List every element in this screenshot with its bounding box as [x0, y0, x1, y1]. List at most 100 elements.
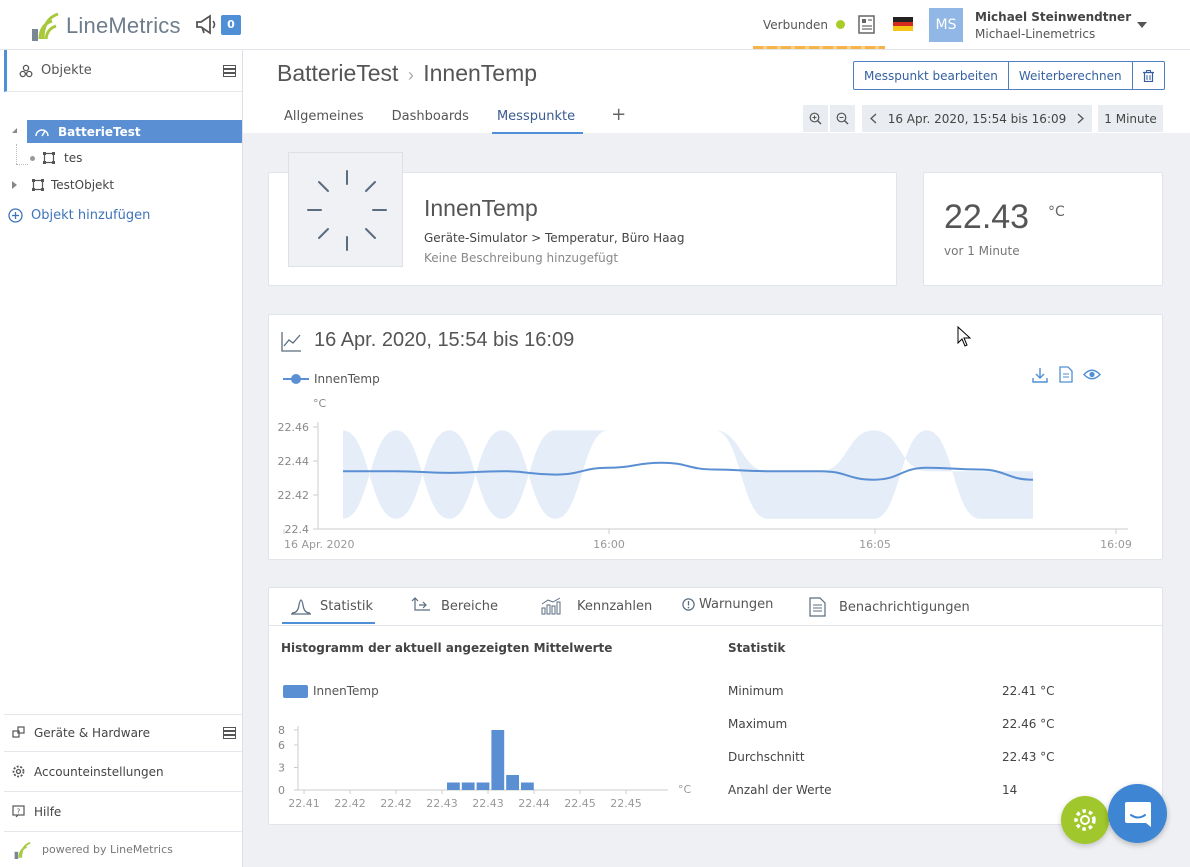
datapoint-description: Keine Beschreibung hinzugefügt	[424, 251, 619, 265]
tree-item-label: tes	[64, 151, 83, 165]
y-tick-label: 3	[278, 762, 285, 775]
chat-icon	[1124, 801, 1151, 827]
news-icon[interactable]	[858, 15, 877, 35]
current-value-unit: °C	[1048, 204, 1065, 220]
user-name[interactable]: Michael Steinwendtner	[975, 10, 1131, 24]
zoom-in-button[interactable]	[803, 105, 828, 132]
document-icon[interactable]	[1059, 366, 1073, 383]
stat-label-minimum: Minimum	[728, 684, 784, 698]
kpi-chart-icon	[541, 597, 561, 615]
tab-messpunkte[interactable]: Messpunkte	[491, 101, 584, 134]
linemetrics-logo-icon	[32, 12, 59, 41]
edit-datapoint-button[interactable]: Messpunkt bearbeiten	[854, 62, 1009, 89]
datapoint-name: InnenTemp	[424, 195, 538, 221]
sidebar-item-help[interactable]: ? Hilfe	[4, 791, 242, 831]
add-tab-icon[interactable]: +	[611, 101, 626, 134]
top-bar: LineMetrics 0 Verbunden MS Michael Stein…	[0, 0, 1190, 50]
tab-bereiche[interactable]: Bereiche	[411, 597, 498, 615]
zoom-out-button[interactable]	[830, 105, 855, 132]
tab-statistik[interactable]: Statistik	[290, 597, 373, 615]
current-value: 22.43	[944, 198, 1030, 236]
help-icon: ?	[12, 805, 25, 818]
linemetrics-logo[interactable]: LineMetrics	[30, 10, 181, 42]
chevron-left-icon[interactable]	[870, 113, 877, 124]
tree-item-batterietest[interactable]: BatterieTest	[27, 120, 242, 143]
connection-progress-bar	[753, 46, 885, 49]
min-max-band	[343, 430, 1033, 519]
breadcrumb: BatterieTest › InnenTemp	[277, 60, 537, 87]
add-object-button[interactable]: Objekt hinzufügen	[8, 208, 150, 223]
mouse-cursor-icon	[957, 326, 971, 347]
y-tick-label: 22.4	[285, 523, 310, 536]
histogram-title: Histogramm der aktuell angezeigten Mitte…	[281, 641, 613, 655]
user-account[interactable]: Michael-Linemetrics	[975, 27, 1095, 41]
list-menu-icon[interactable]	[223, 65, 236, 77]
statistics-heading: Statistik	[728, 641, 786, 655]
stat-value-count: 14	[1002, 783, 1018, 797]
tree-expanded-icon[interactable]	[11, 127, 18, 134]
chevron-right-icon[interactable]	[1077, 113, 1084, 124]
range-icon	[411, 597, 430, 611]
sidebar-item-label: Accounteinstellungen	[34, 764, 164, 779]
add-object-label: Objekt hinzufügen	[31, 208, 151, 223]
current-value-card: 22.43 °C vor 1 Minute	[923, 172, 1163, 286]
warning-icon	[682, 598, 695, 611]
histogram-bar	[476, 782, 490, 790]
tab-dashboards[interactable]: Dashboards	[392, 101, 469, 134]
tab-label: Kennzahlen	[577, 598, 653, 614]
x-axis-unit: °C	[678, 783, 692, 796]
trash-icon	[1142, 69, 1154, 82]
tab-kennzahlen[interactable]: Kennzahlen	[540, 597, 652, 615]
stat-value-average: 22.43 °C	[1002, 750, 1055, 764]
x-tick-label: 22.43	[472, 797, 504, 810]
histogram-legend[interactable]: InnenTemp	[283, 684, 379, 698]
powered-by[interactable]: powered by LineMetrics	[4, 831, 242, 867]
settings-fab-button[interactable]	[1061, 796, 1109, 844]
interval-selector[interactable]: 1 Minute	[1098, 105, 1163, 132]
german-flag-icon[interactable]	[893, 17, 913, 31]
tree-item-tes[interactable]: tes	[30, 147, 82, 169]
x-tick-label: 22.42	[380, 797, 412, 810]
link-icon	[12, 726, 25, 738]
sidebar-item-account-settings[interactable]: Accounteinstellungen	[4, 751, 242, 791]
tab-benachrichtigungen[interactable]: Benachrichtigungen	[809, 597, 970, 617]
y-tick-label: 22.42	[278, 489, 310, 502]
chart-legend[interactable]: InnenTemp	[283, 372, 380, 386]
x-tick-label: 22.45	[564, 797, 596, 810]
eye-icon[interactable]	[1083, 368, 1101, 381]
chart-title: 16 Apr. 2020, 15:54 bis 16:09	[314, 329, 575, 351]
x-tick-label: 16:00	[593, 538, 625, 551]
zoom-in-icon	[809, 112, 822, 125]
dashboard-gauge-icon	[35, 128, 49, 136]
sidebar-item-devices[interactable]: Geräte & Hardware	[4, 714, 242, 750]
y-tick-label: 22.46	[278, 421, 310, 434]
bell-curve-icon	[291, 599, 311, 615]
time-range-label[interactable]: 16 Apr. 2020, 15:54 bis 16:09	[888, 112, 1067, 126]
datapoint-frame-icon	[43, 152, 55, 164]
tab-allgemeines[interactable]: Allgemeines	[284, 101, 364, 134]
breadcrumb-parent[interactable]: BatterieTest	[277, 60, 398, 86]
caret-down-icon[interactable]	[1137, 22, 1147, 29]
connected-dot-icon	[836, 20, 846, 29]
powered-by-label: powered by LineMetrics	[42, 843, 173, 856]
download-icon[interactable]	[1032, 367, 1048, 383]
delete-button[interactable]	[1133, 62, 1164, 89]
announcements-button[interactable]: 0	[195, 14, 241, 36]
tree-item-testobjekt[interactable]: TestObjekt	[11, 174, 114, 196]
recalculate-button[interactable]: Weiterberechnen	[1009, 62, 1133, 89]
y-tick-label: 6	[278, 739, 285, 752]
chat-fab-button[interactable]	[1108, 784, 1167, 843]
stat-label-average: Durchschnitt	[728, 750, 805, 764]
loading-spinner-icon	[307, 170, 387, 251]
y-axis-unit: °C	[313, 397, 327, 410]
avatar[interactable]: MS	[929, 8, 963, 42]
connection-status-label: Verbunden	[763, 17, 829, 32]
list-menu-icon[interactable]	[223, 727, 236, 739]
tree-collapsed-icon	[12, 181, 17, 189]
brand-name: LineMetrics	[66, 13, 181, 38]
sidebar-header-objects[interactable]: Objekte	[4, 50, 242, 92]
tree-item-label: BatterieTest	[58, 124, 141, 139]
tree-line	[16, 144, 17, 164]
tab-warnungen[interactable]: Warnungen	[682, 597, 773, 612]
tab-bar: Allgemeines Dashboards Messpunkte +	[284, 101, 654, 134]
